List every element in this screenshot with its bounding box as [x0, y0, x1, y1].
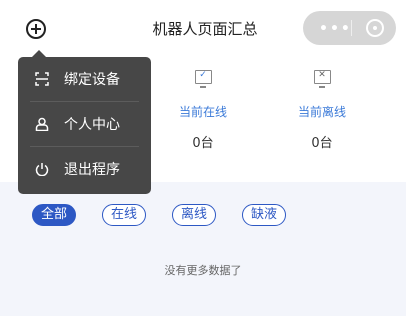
power-icon	[35, 163, 49, 176]
menu-item-bind-device[interactable]: 绑定设备	[18, 57, 151, 102]
filter-tab-all[interactable]: 全部	[32, 204, 77, 226]
menu-item-profile[interactable]: 个人中心	[18, 102, 151, 147]
popup-menu: 绑定设备 个人中心 退出程序	[18, 50, 151, 194]
scan-icon	[35, 72, 49, 86]
filter-tab-online[interactable]: 在线	[102, 204, 147, 226]
stat-offline-value: 0台	[311, 136, 333, 151]
stat-offline: ✕ 当前离线 0台	[262, 70, 382, 151]
monitor-x-icon: ✕	[313, 70, 331, 88]
close-circle-icon[interactable]	[366, 19, 384, 37]
device-list-area: 全部 在线 离线 缺液 没有更多数据了	[0, 182, 406, 316]
filter-tab-low-liquid[interactable]: 缺液	[242, 204, 287, 226]
capsule-divider	[351, 20, 352, 36]
add-circle-icon[interactable]	[26, 19, 46, 39]
stat-online-label: 当前在线	[178, 105, 227, 119]
stat-online: ✓ 当前在线 0台	[143, 70, 263, 151]
nav-bar: 机器人页面汇总 •••	[0, 0, 406, 60]
menu-item-exit[interactable]: 退出程序	[18, 147, 151, 192]
user-icon	[35, 117, 49, 131]
filter-tab-offline[interactable]: 离线	[172, 204, 217, 226]
stat-online-value: 0台	[192, 136, 214, 151]
page-title: 机器人页面汇总	[152, 20, 258, 38]
mini-program-capsule[interactable]: •••	[303, 11, 396, 45]
stat-offline-label: 当前离线	[297, 105, 346, 119]
menu-item-label: 绑定设备	[64, 72, 120, 88]
menu-item-label: 个人中心	[64, 117, 120, 133]
empty-state-text: 没有更多数据了	[164, 264, 242, 277]
menu-item-label: 退出程序	[64, 162, 120, 178]
monitor-check-icon: ✓	[194, 70, 212, 88]
more-dots-icon[interactable]: •••	[319, 21, 352, 37]
